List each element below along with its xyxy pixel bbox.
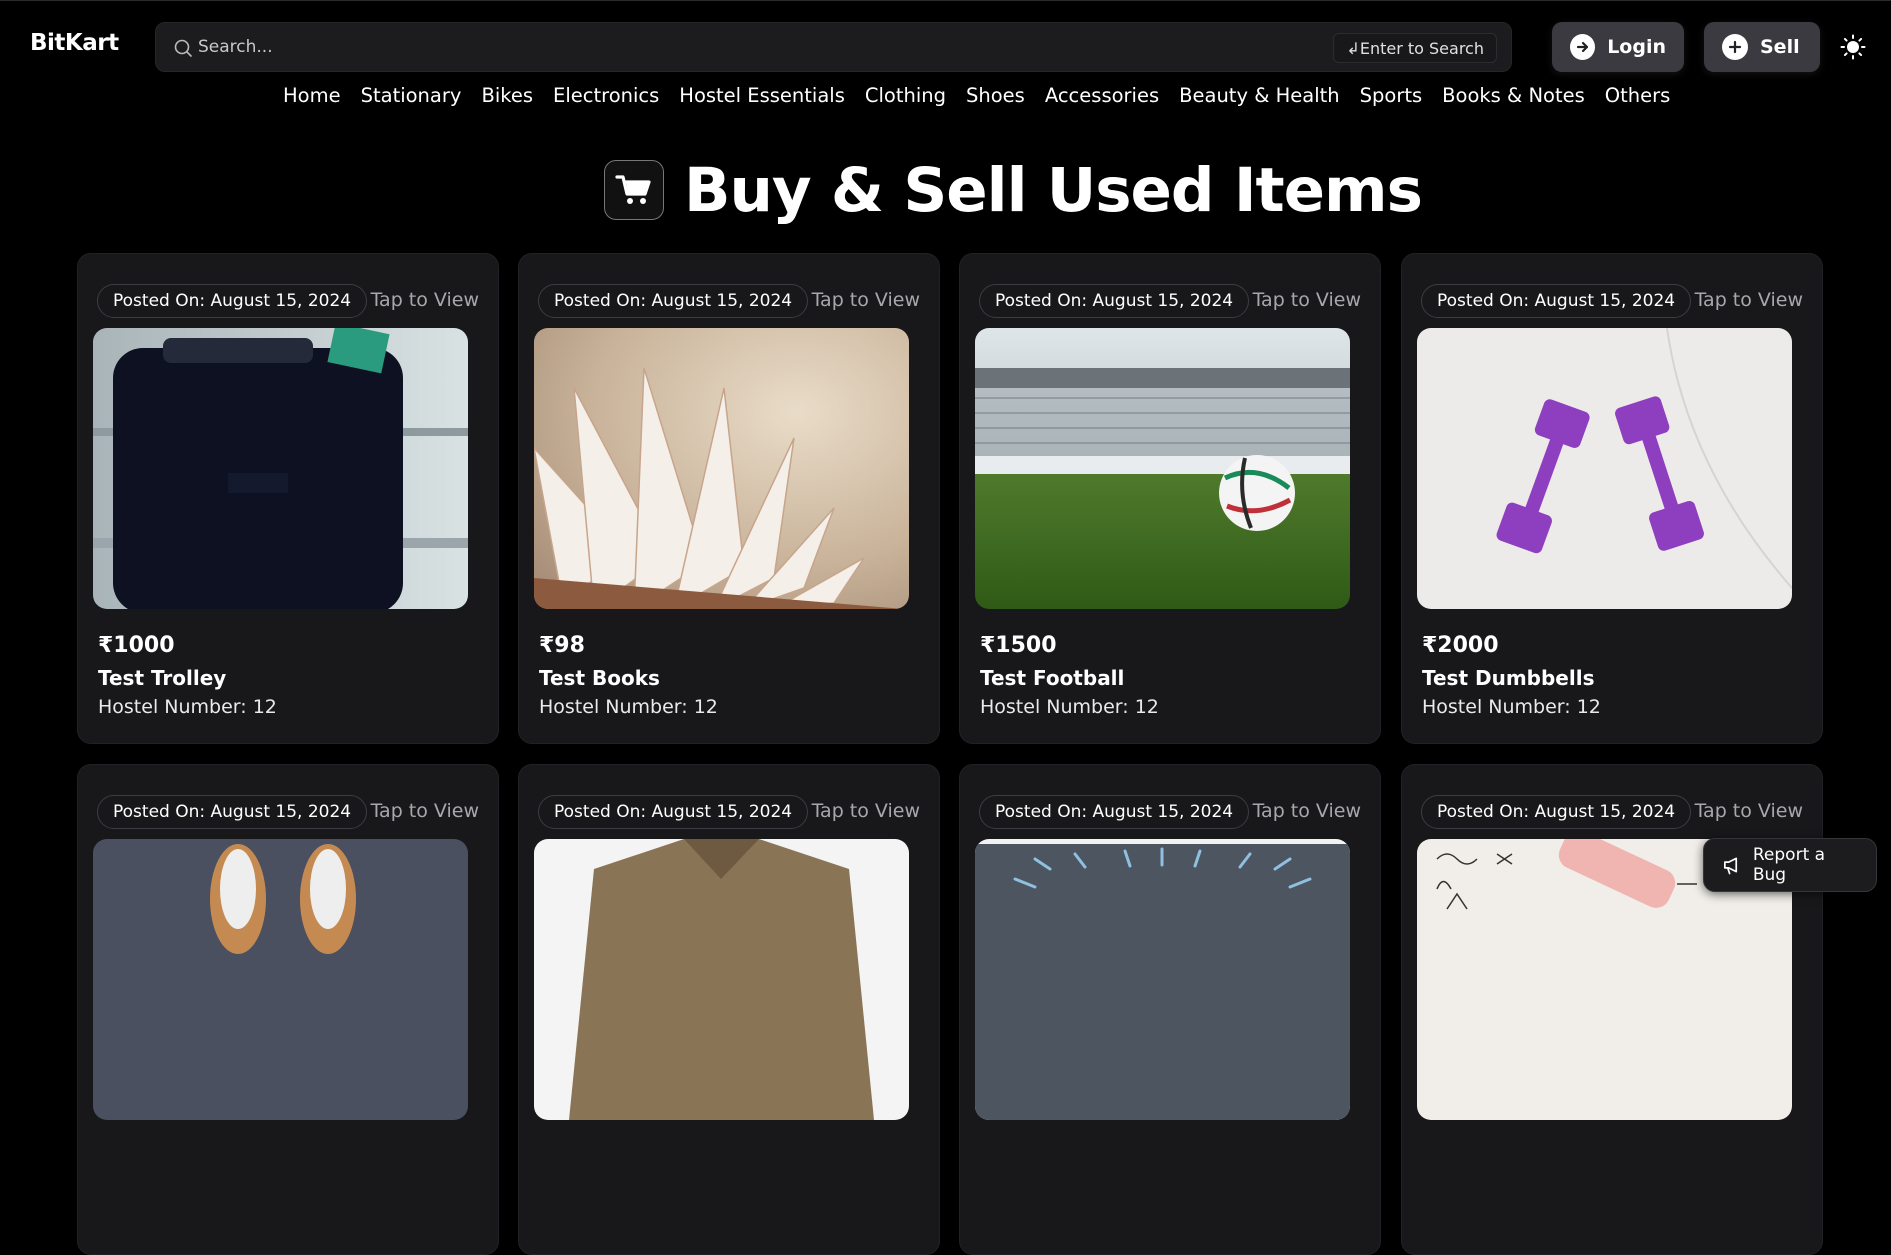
sell-label: Sell [1760, 36, 1800, 58]
product-price: ₹1500 [980, 633, 1057, 658]
posted-date-badge: Posted On: August 15, 2024 [538, 284, 809, 318]
product-card[interactable]: Posted On: August 15, 2024 Tap to View [959, 764, 1381, 1255]
nav-item-home[interactable]: Home [283, 84, 341, 107]
product-hostel: Hostel Number: 12 [539, 696, 718, 718]
product-hostel: Hostel Number: 12 [1422, 696, 1601, 718]
posted-date-badge: Posted On: August 15, 2024 [538, 795, 809, 829]
nav-item-books-notes[interactable]: Books & Notes [1442, 84, 1585, 107]
product-card[interactable]: Posted On: August 15, 2024 Tap to View [77, 764, 499, 1255]
posted-date-badge: Posted On: August 15, 2024 [1421, 284, 1692, 318]
product-card[interactable]: Posted On: August 15, 2024 Tap to View [518, 764, 940, 1255]
theme-toggle-sun-icon[interactable] [1840, 34, 1866, 60]
product-price: ₹98 [539, 633, 585, 658]
product-price: ₹2000 [1422, 633, 1499, 658]
product-image-gadget[interactable] [975, 839, 1350, 1120]
search-icon [174, 39, 192, 57]
posted-date-badge: Posted On: August 15, 2024 [979, 284, 1250, 318]
product-card[interactable]: Posted On: August 15, 2024 Tap to View ₹… [77, 253, 499, 744]
plus-icon [1722, 34, 1748, 60]
product-card[interactable]: Posted On: August 15, 2024 Tap to View ₹… [959, 253, 1381, 744]
posted-date-badge: Posted On: August 15, 2024 [1421, 795, 1692, 829]
hero-heading: Buy & Sell Used Items [604, 154, 1423, 226]
tap-to-view-link[interactable]: Tap to View [1695, 800, 1803, 822]
product-image-football[interactable] [975, 328, 1350, 609]
tap-to-view-link[interactable]: Tap to View [371, 289, 479, 311]
search-bar[interactable]: ↲Enter to Search [155, 22, 1512, 72]
login-arrow-icon [1570, 34, 1596, 60]
cart-icon [604, 160, 664, 220]
search-input[interactable] [198, 33, 1298, 61]
tap-to-view-link[interactable]: Tap to View [1695, 289, 1803, 311]
product-card[interactable]: Posted On: August 15, 2024 Tap to View ₹… [518, 253, 940, 744]
enter-to-search-hint: ↲Enter to Search [1333, 33, 1497, 63]
product-image-trolley[interactable] [93, 328, 468, 609]
product-image-shirt[interactable] [534, 839, 909, 1120]
login-label: Login [1607, 36, 1666, 58]
tap-to-view-link[interactable]: Tap to View [812, 289, 920, 311]
posted-date-badge: Posted On: August 15, 2024 [97, 284, 368, 318]
product-price: ₹1000 [98, 633, 175, 658]
product-image-shoes[interactable] [93, 839, 468, 1120]
nav-item-bikes[interactable]: Bikes [481, 84, 533, 107]
nav-item-electronics[interactable]: Electronics [553, 84, 659, 107]
tap-to-view-link[interactable]: Tap to View [1253, 289, 1361, 311]
tap-to-view-link[interactable]: Tap to View [371, 800, 479, 822]
product-hostel: Hostel Number: 12 [980, 696, 1159, 718]
top-bar: BitKart ↲Enter to Search Login Sell [0, 0, 1891, 90]
report-bug-button[interactable]: Report a Bug [1703, 838, 1877, 892]
nav-item-shoes[interactable]: Shoes [966, 84, 1025, 107]
megaphone-icon [1723, 857, 1738, 875]
login-button[interactable]: Login [1552, 22, 1684, 72]
product-title: Test Football [980, 666, 1125, 690]
product-title: Test Dumbbells [1422, 666, 1595, 690]
page-title: Buy & Sell Used Items [684, 154, 1423, 226]
nav-item-beauty-health[interactable]: Beauty & Health [1179, 84, 1340, 107]
sell-button[interactable]: Sell [1704, 22, 1820, 72]
nav-item-accessories[interactable]: Accessories [1045, 84, 1159, 107]
tap-to-view-link[interactable]: Tap to View [1253, 800, 1361, 822]
product-image-dumbbells[interactable] [1417, 328, 1792, 609]
nav-item-clothing[interactable]: Clothing [865, 84, 946, 107]
product-title: Test Books [539, 666, 660, 690]
brand-logo[interactable]: BitKart [30, 30, 119, 56]
product-title: Test Trolley [98, 666, 227, 690]
tap-to-view-link[interactable]: Tap to View [812, 800, 920, 822]
category-nav: Home Stationary Bikes Electronics Hostel… [283, 84, 1670, 107]
product-hostel: Hostel Number: 12 [98, 696, 277, 718]
product-card[interactable]: Posted On: August 15, 2024 Tap to View ₹… [1401, 253, 1823, 744]
product-image-books[interactable] [534, 328, 909, 609]
nav-item-others[interactable]: Others [1605, 84, 1671, 107]
nav-item-stationary[interactable]: Stationary [361, 84, 462, 107]
posted-date-badge: Posted On: August 15, 2024 [979, 795, 1250, 829]
nav-item-sports[interactable]: Sports [1360, 84, 1423, 107]
report-bug-label: Report a Bug [1752, 845, 1826, 885]
posted-date-badge: Posted On: August 15, 2024 [97, 795, 368, 829]
nav-item-hostel-essentials[interactable]: Hostel Essentials [679, 84, 845, 107]
